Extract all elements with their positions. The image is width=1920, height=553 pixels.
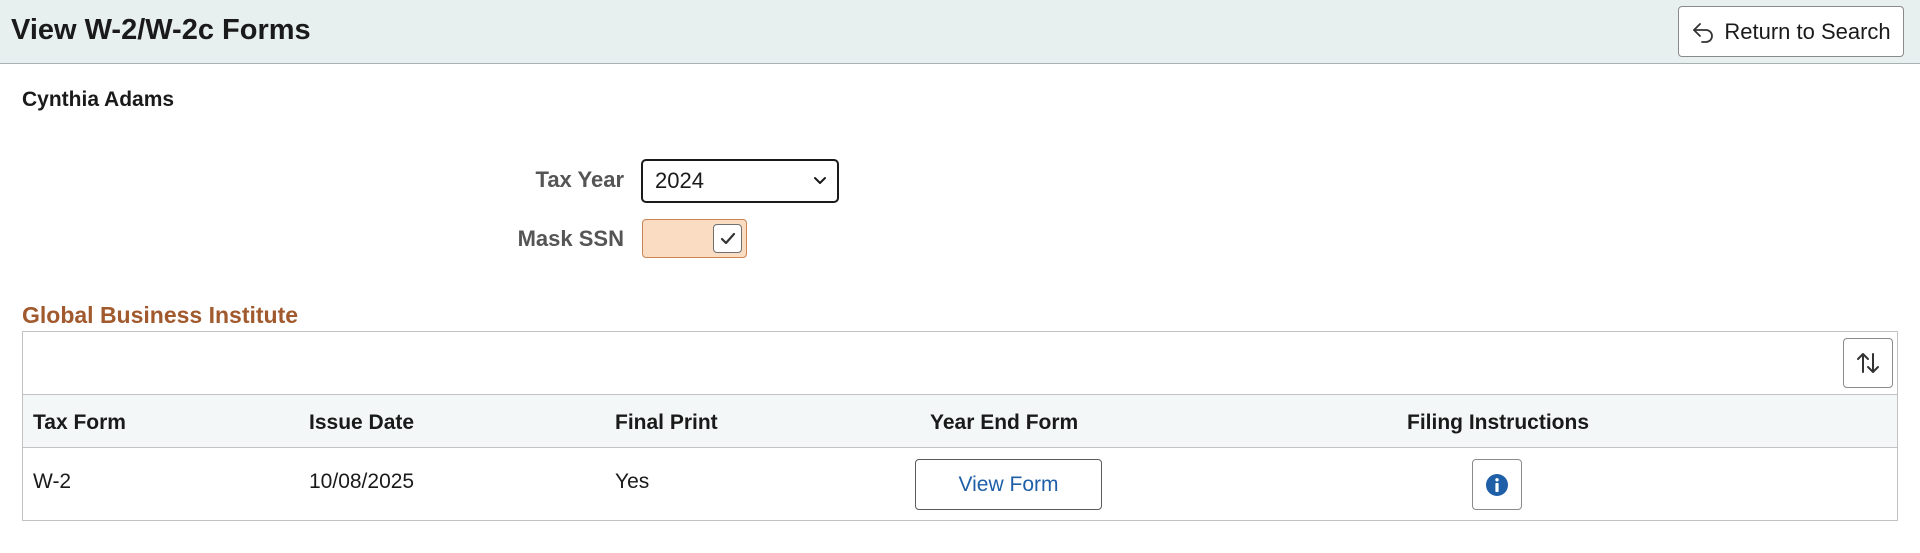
checkmark-icon <box>720 232 735 244</box>
grid-toolbar <box>23 332 1897 395</box>
column-header-final-print[interactable]: Final Print <box>615 411 718 435</box>
final-print-cell: Yes <box>615 470 650 493</box>
column-header-tax-form[interactable]: Tax Form <box>33 411 126 435</box>
sort-button[interactable] <box>1843 338 1893 388</box>
grid-header-row: Tax Form Issue Date Final Print Year End… <box>23 395 1897 448</box>
return-to-search-label: Return to Search <box>1724 18 1891 44</box>
table-row: W-2 10/08/2025 Yes View Form <box>23 448 1897 521</box>
issue-date-cell: 10/08/2025 <box>309 470 415 493</box>
column-header-year-end-form: Year End Form <box>930 411 1079 434</box>
tax-form-cell: W-2 <box>33 470 72 493</box>
tax-year-value: 2024 <box>655 168 704 193</box>
column-header-issue-date[interactable]: Issue Date <box>309 411 414 435</box>
section-title: Global Business Institute <box>22 302 299 328</box>
page-title: View W-2/W-2c Forms <box>11 14 311 46</box>
tax-year-select[interactable]: 2024 <box>641 159 839 203</box>
return-to-search-button[interactable]: Return to Search <box>1678 6 1904 57</box>
sort-icon <box>1857 353 1879 373</box>
forms-grid: Tax Form Issue Date Final Print Year End… <box>22 331 1898 521</box>
tax-year-label: Tax Year <box>535 167 624 192</box>
mask-ssn-toggle[interactable] <box>642 219 747 258</box>
page-header: View W-2/W-2c Forms Return to Search <box>0 0 1920 64</box>
mask-ssn-label: Mask SSN <box>517 226 624 251</box>
view-form-button[interactable]: View Form <box>915 459 1102 510</box>
chevron-down-icon <box>814 177 826 184</box>
column-header-filing-instructions: Filing Instructions <box>1407 411 1589 434</box>
toggle-knob <box>713 224 742 253</box>
employee-name: Cynthia Adams <box>22 88 175 111</box>
info-icon <box>1486 473 1508 496</box>
filing-instructions-button[interactable] <box>1472 459 1522 510</box>
return-arrow-icon <box>1693 22 1714 43</box>
